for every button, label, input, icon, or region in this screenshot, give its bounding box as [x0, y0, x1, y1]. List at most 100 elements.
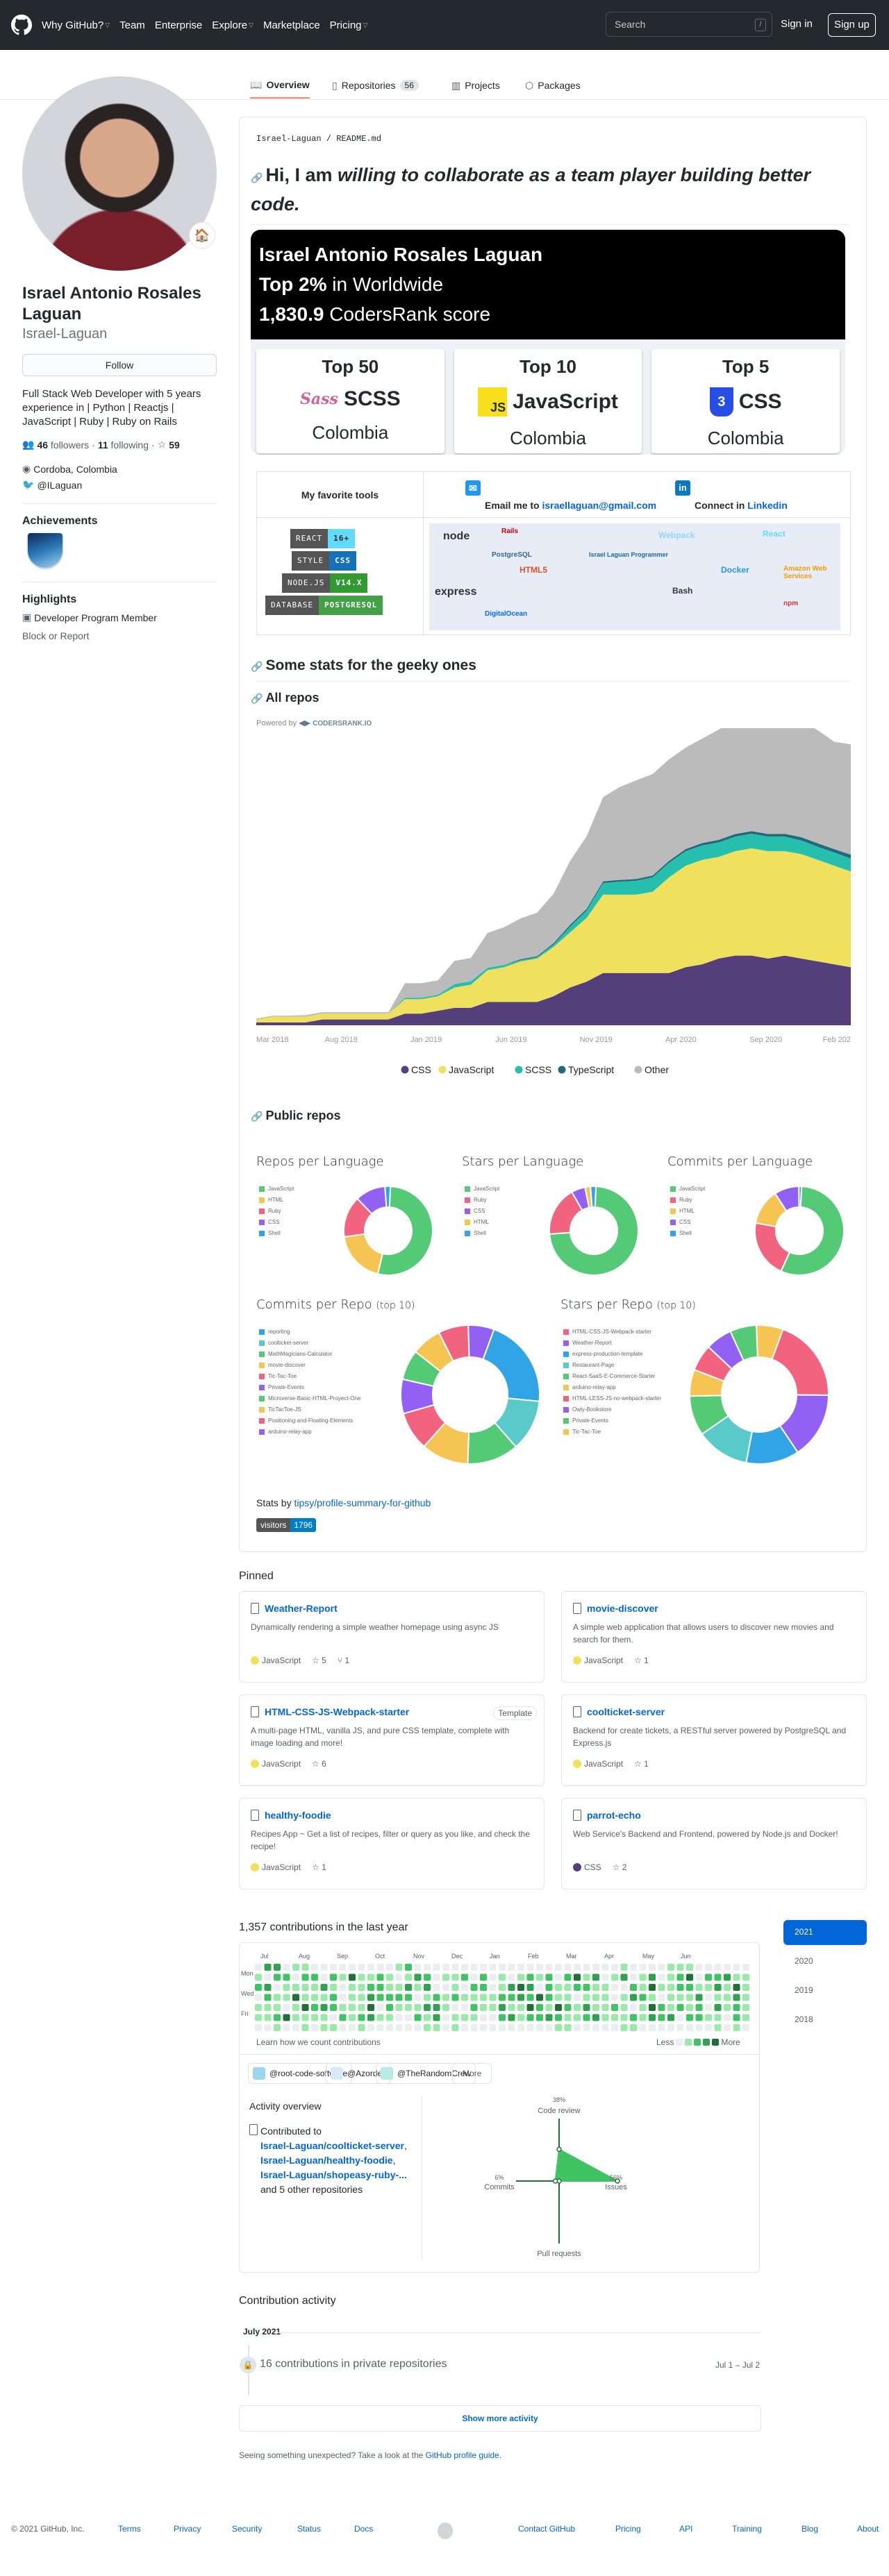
year-link-2020[interactable]: 2020 [783, 1949, 867, 1974]
contribution-day[interactable] [414, 1984, 422, 1991]
contribution-day[interactable] [339, 2004, 347, 2011]
contribution-day[interactable] [395, 1973, 403, 1981]
contribution-day[interactable] [630, 1973, 637, 1981]
contribution-day[interactable] [461, 1973, 468, 1981]
pinned-repo-link[interactable]: Weather-Report [265, 1603, 338, 1614]
nav-whygithub[interactable]: Why GitHub? ▽ [42, 19, 110, 31]
contribution-day[interactable] [686, 2014, 693, 2021]
following-link[interactable]: 11 following [98, 439, 149, 451]
contribution-day[interactable] [461, 2004, 468, 2011]
contribution-day[interactable] [676, 1973, 684, 1981]
contribution-day[interactable] [255, 1973, 262, 1981]
contribution-day[interactable] [480, 2004, 487, 2011]
contribution-day[interactable] [714, 1964, 722, 1971]
contribution-day[interactable] [611, 1994, 618, 2001]
contribution-day[interactable] [583, 1973, 590, 1981]
contribution-day[interactable] [649, 1984, 656, 1991]
contribution-day[interactable] [526, 2024, 534, 2031]
contribution-day[interactable] [574, 1994, 581, 2001]
contribution-day[interactable] [658, 2014, 665, 2021]
contribution-day[interactable] [667, 2004, 674, 2011]
contribution-day[interactable] [583, 1984, 590, 1991]
footer-link-docs[interactable]: Docs [354, 2524, 373, 2534]
contribution-day[interactable] [499, 2004, 506, 2011]
tab-packages[interactable]: ⬡ Packages [525, 72, 581, 99]
contribution-day[interactable] [574, 2004, 581, 2011]
contribution-day[interactable] [733, 1994, 740, 2001]
contribution-day[interactable] [724, 2014, 731, 2021]
github-logo-icon[interactable] [11, 15, 32, 35]
contribution-day[interactable] [301, 2004, 309, 2011]
contribution-day[interactable] [592, 1984, 599, 1991]
contribution-day[interactable] [564, 1964, 572, 1971]
nav-team[interactable]: Team [119, 19, 145, 31]
contribution-day[interactable] [470, 1964, 478, 1971]
contribution-day[interactable] [489, 2024, 497, 2031]
contribution-day[interactable] [451, 2014, 459, 2021]
email-icon[interactable]: ✉ [465, 480, 481, 496]
year-link-2019[interactable]: 2019 [783, 1978, 867, 2003]
contribution-day[interactable] [470, 1994, 478, 2001]
contribution-day[interactable] [311, 2024, 318, 2031]
contribution-day[interactable] [686, 2004, 693, 2011]
contribution-day[interactable] [630, 2024, 637, 2031]
contribution-day[interactable] [349, 2024, 356, 2031]
contribution-day[interactable] [574, 1973, 581, 1981]
contribution-day[interactable] [517, 1984, 524, 1991]
stars-link[interactable]: ☆ 1 [312, 1862, 326, 1872]
contribution-day[interactable] [601, 2014, 609, 2021]
contribution-day[interactable] [274, 2004, 281, 2011]
contribution-day[interactable] [424, 2004, 431, 2011]
contribution-day[interactable] [255, 2004, 262, 2011]
contribution-day[interactable] [667, 2024, 674, 2031]
anchor-link-icon[interactable]: 🔗 [251, 661, 263, 672]
contribution-day[interactable] [433, 2004, 440, 2011]
contribution-day[interactable] [742, 1994, 749, 2001]
contribution-day[interactable] [283, 1973, 290, 1981]
contribution-day[interactable] [292, 2014, 299, 2021]
contribution-day[interactable] [517, 1973, 524, 1981]
contribution-day[interactable] [620, 2014, 628, 2021]
contribution-day[interactable] [686, 1984, 693, 1991]
contribution-day[interactable] [376, 1973, 384, 1981]
contribution-day[interactable] [330, 1973, 337, 1981]
contribution-day[interactable] [301, 1984, 309, 1991]
contribution-day[interactable] [405, 2014, 412, 2021]
contribution-day[interactable] [470, 1984, 478, 1991]
contribution-day[interactable] [724, 2024, 731, 2031]
search-input[interactable]: Search / [606, 12, 772, 37]
contribution-day[interactable] [414, 1994, 422, 2001]
github-mark-icon[interactable] [438, 2523, 453, 2539]
footer-link-blog[interactable]: Blog [801, 2524, 818, 2534]
contribution-day[interactable] [742, 1964, 749, 1971]
contribution-day[interactable] [564, 1973, 572, 1981]
contribution-day[interactable] [508, 1964, 515, 1971]
pinned-repo-link[interactable]: healthy-foodie [265, 1810, 331, 1821]
contribution-day[interactable] [311, 1973, 318, 1981]
contribution-day[interactable] [658, 2004, 665, 2011]
contribution-day[interactable] [292, 1994, 299, 2001]
contributed-repo-link[interactable]: Israel-Laguan/shopeasy-ruby-... [260, 2169, 407, 2180]
contribution-day[interactable] [311, 2004, 318, 2011]
contribution-day[interactable] [499, 1964, 506, 1971]
contribution-day[interactable] [320, 2014, 328, 2021]
contribution-day[interactable] [264, 2014, 272, 2021]
contribution-day[interactable] [320, 1973, 328, 1981]
contribution-day[interactable] [630, 1994, 637, 2001]
contribution-day[interactable] [255, 2024, 262, 2031]
contribution-day[interactable] [311, 1984, 318, 1991]
contribution-day[interactable] [339, 1964, 347, 1971]
contribution-day[interactable] [442, 2004, 449, 2011]
contribution-day[interactable] [480, 1984, 487, 1991]
stars-count[interactable]: 59 [169, 439, 180, 451]
contribution-day[interactable] [424, 2014, 431, 2021]
contribution-day[interactable] [274, 1973, 281, 1981]
sign-up-button[interactable]: Sign up [828, 13, 876, 37]
stars-link[interactable]: ☆ 1 [634, 1656, 649, 1665]
readme-user-link[interactable]: Israel-Laguan [256, 134, 322, 144]
contribution-day[interactable] [601, 1973, 609, 1981]
contribution-day[interactable] [480, 1973, 487, 1981]
contribution-day[interactable] [517, 1994, 524, 2001]
contribution-day[interactable] [555, 1984, 562, 1991]
contribution-day[interactable] [517, 2014, 524, 2021]
